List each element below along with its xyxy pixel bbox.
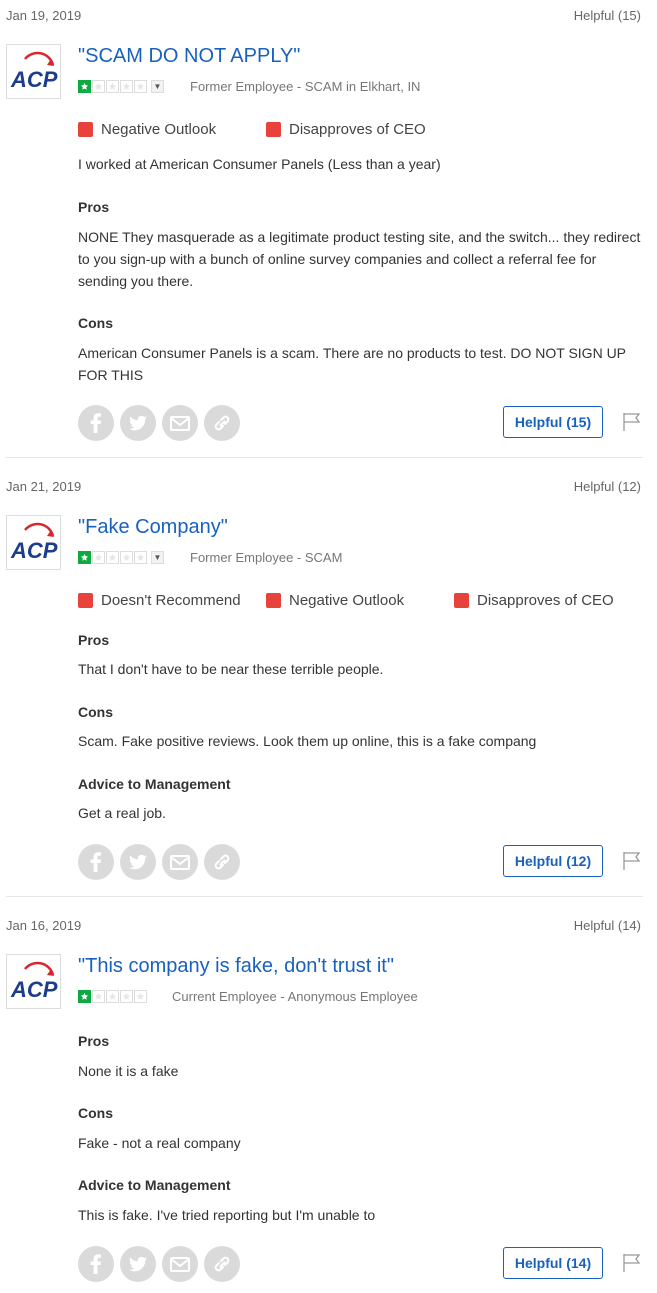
negative-outlook-flag: Negative Outlook — [78, 121, 216, 138]
star-icon — [120, 990, 133, 1003]
star-icon — [78, 551, 91, 564]
star-icon — [92, 551, 105, 564]
facebook-icon[interactable] — [78, 1246, 114, 1282]
logo-text: ACP — [10, 977, 58, 1002]
flag-icon[interactable] — [622, 412, 642, 437]
star-icon — [120, 551, 133, 564]
advice-text: This is fake. I've tried reporting but I… — [78, 1207, 376, 1223]
share-buttons — [78, 1246, 240, 1282]
helpful-button[interactable]: Helpful (15) — [503, 406, 603, 438]
review-author: Former Employee - SCAM in Elkhart, IN — [190, 79, 421, 94]
cons-text: Scam. Fake positive reviews. Look them u… — [78, 733, 537, 749]
twitter-icon[interactable] — [120, 1246, 156, 1282]
disapproves-ceo-flag: Disapproves of CEO — [266, 121, 426, 138]
star-icon — [92, 990, 105, 1003]
review-author: Former Employee - SCAM — [190, 550, 343, 565]
share-buttons — [78, 405, 240, 441]
company-logo[interactable]: ACP — [6, 44, 61, 99]
helpful-count: Helpful (14) — [573, 918, 641, 933]
helpful-count: Helpful (12) — [573, 479, 641, 494]
email-icon[interactable] — [162, 1246, 198, 1282]
star-icon — [134, 80, 147, 93]
advice-label: Advice to Management — [78, 776, 231, 792]
pros-text: That I don't have to be near these terri… — [78, 661, 384, 677]
pros-label: Pros — [78, 1033, 110, 1049]
cons-label: Cons — [78, 704, 113, 720]
review-title-link[interactable]: "SCAM DO NOT APPLY" — [78, 45, 300, 68]
logo-text: ACP — [10, 67, 58, 92]
star-icon — [92, 80, 105, 93]
company-logo[interactable]: ACP — [6, 515, 61, 570]
review-title-link[interactable]: "Fake Company" — [78, 516, 228, 539]
star-rating — [78, 990, 147, 1003]
pros-text: None it is a fake — [78, 1063, 179, 1079]
facebook-icon[interactable] — [78, 405, 114, 441]
flag-label: Negative Outlook — [101, 121, 217, 138]
star-icon — [134, 990, 147, 1003]
negative-outlook-flag: Negative Outlook — [266, 592, 404, 609]
chevron-down-icon[interactable]: ▼ — [151, 551, 164, 564]
star-icon — [134, 551, 147, 564]
star-icon — [106, 80, 119, 93]
review-intro: I worked at American Consumer Panels (Le… — [78, 156, 441, 172]
doesnt-recommend-flag: Doesn't Recommend — [78, 592, 241, 609]
star-rating: ▼ — [78, 80, 164, 93]
chevron-down-icon[interactable]: ▼ — [151, 80, 164, 93]
flag-label: Negative Outlook — [289, 592, 405, 609]
helpful-button[interactable]: Helpful (12) — [503, 845, 603, 877]
red-square-icon — [78, 122, 93, 137]
red-square-icon — [454, 593, 469, 608]
review-title-link[interactable]: "This company is fake, don't trust it" — [78, 955, 394, 978]
helpful-count: Helpful (15) — [573, 8, 641, 23]
link-icon[interactable] — [204, 844, 240, 880]
share-buttons — [78, 844, 240, 880]
flag-icon[interactable] — [622, 1253, 642, 1278]
divider — [6, 896, 643, 897]
flag-label: Disapproves of CEO — [477, 592, 614, 609]
twitter-icon[interactable] — [120, 844, 156, 880]
star-rating: ▼ — [78, 551, 164, 564]
cons-text: Fake - not a real company — [78, 1135, 241, 1151]
advice-text: Get a real job. — [78, 805, 166, 821]
advice-label: Advice to Management — [78, 1177, 231, 1193]
star-icon — [106, 551, 119, 564]
red-square-icon — [266, 593, 281, 608]
review-date: Jan 19, 2019 — [6, 8, 82, 23]
twitter-icon[interactable] — [120, 405, 156, 441]
review-date: Jan 21, 2019 — [6, 479, 82, 494]
link-icon[interactable] — [204, 1246, 240, 1282]
review-author: Current Employee - Anonymous Employee — [172, 989, 418, 1004]
pros-text: NONE They masquerade as a legitimate pro… — [78, 229, 641, 289]
flag-label: Disapproves of CEO — [289, 121, 426, 138]
company-logo[interactable]: ACP — [6, 954, 61, 1009]
star-icon — [120, 80, 133, 93]
email-icon[interactable] — [162, 405, 198, 441]
star-icon — [106, 990, 119, 1003]
link-icon[interactable] — [204, 405, 240, 441]
disapproves-ceo-flag: Disapproves of CEO — [454, 592, 614, 609]
star-icon — [78, 80, 91, 93]
facebook-icon[interactable] — [78, 844, 114, 880]
cons-text: American Consumer Panels is a scam. Ther… — [78, 345, 626, 383]
cons-label: Cons — [78, 1105, 113, 1121]
helpful-button[interactable]: Helpful (14) — [503, 1247, 603, 1279]
red-square-icon — [266, 122, 281, 137]
logo-text: ACP — [10, 538, 58, 563]
pros-label: Pros — [78, 199, 110, 215]
review-date: Jan 16, 2019 — [6, 918, 82, 933]
divider — [6, 457, 643, 458]
email-icon[interactable] — [162, 844, 198, 880]
flag-icon[interactable] — [622, 851, 642, 876]
cons-label: Cons — [78, 315, 113, 331]
pros-label: Pros — [78, 632, 110, 648]
flag-label: Doesn't Recommend — [101, 592, 241, 609]
star-icon — [78, 990, 91, 1003]
red-square-icon — [78, 593, 93, 608]
